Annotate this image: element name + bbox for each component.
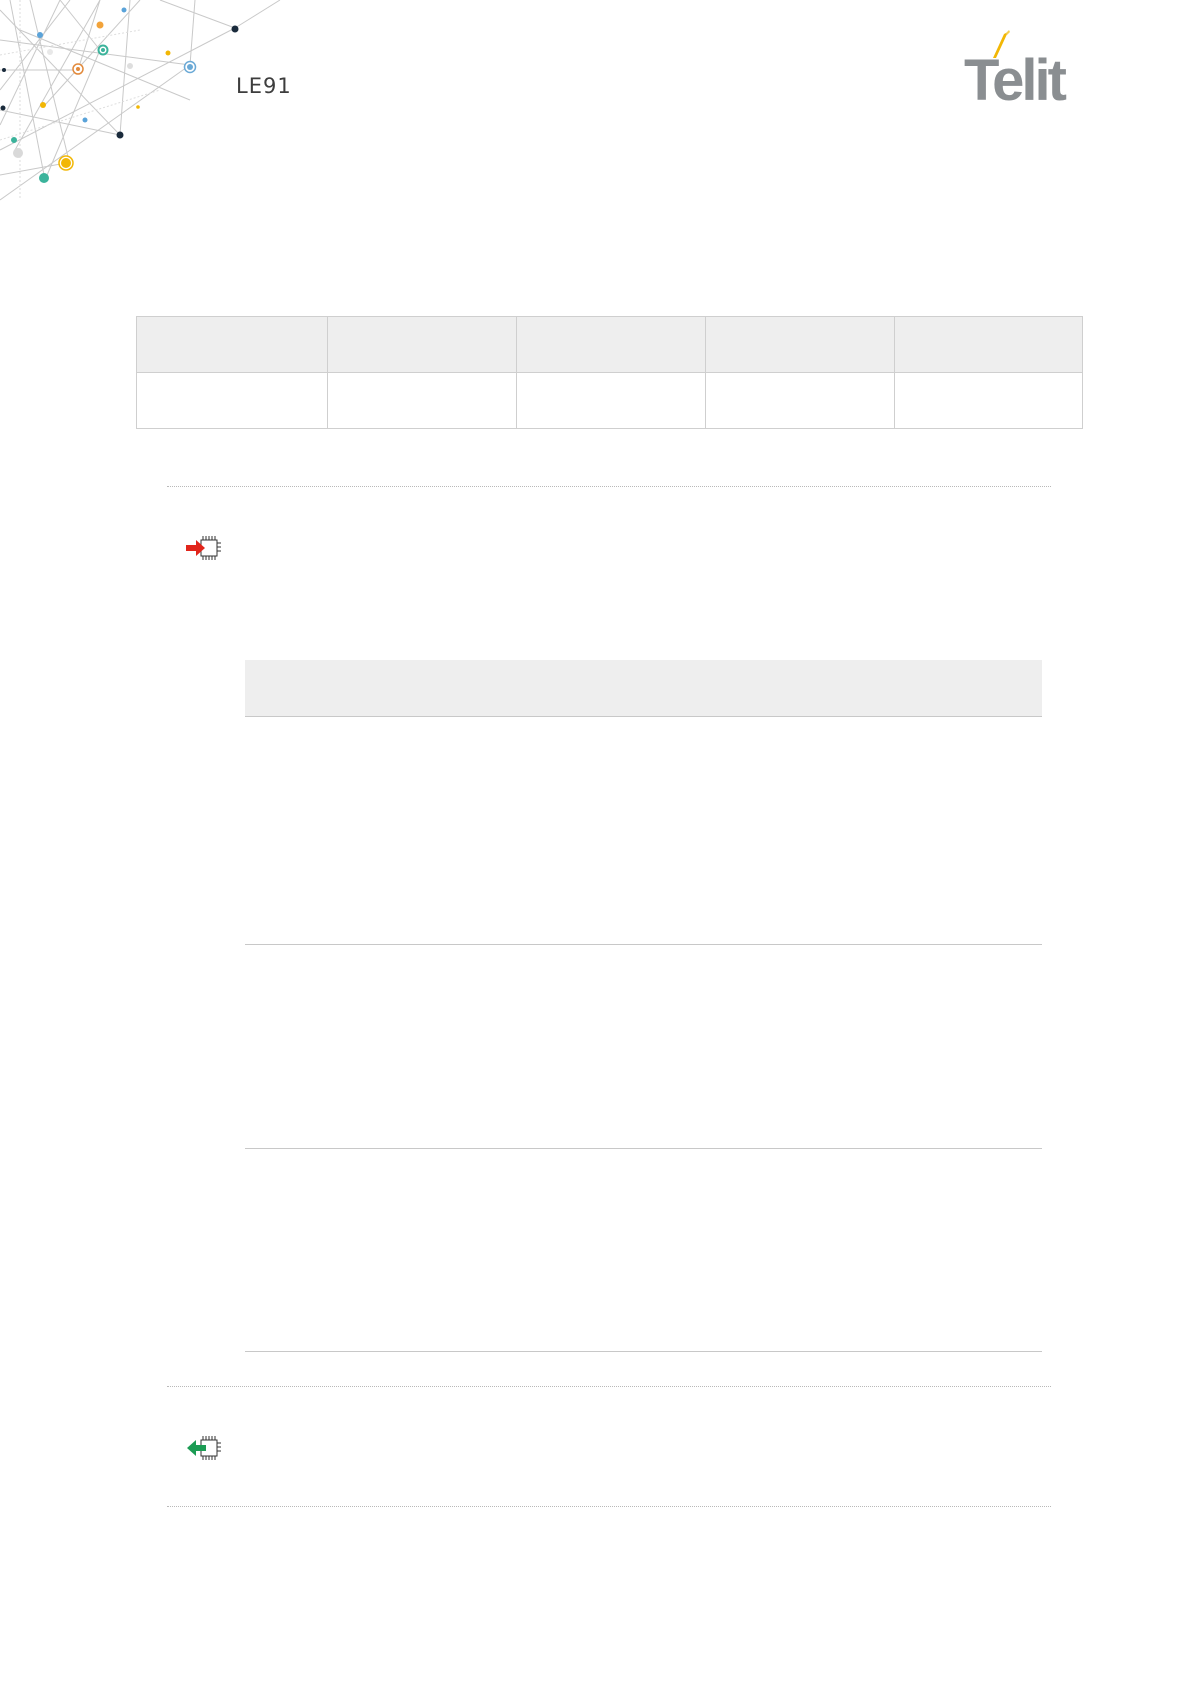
table-header-cell	[894, 316, 1083, 373]
read-command-icon	[187, 1436, 221, 1460]
command-summary-table	[136, 316, 1083, 429]
table-cell	[136, 372, 328, 429]
table-header-cell	[327, 316, 517, 373]
table-cell	[327, 372, 517, 429]
table-header-cell	[705, 316, 895, 373]
section-divider	[167, 1386, 1051, 1387]
set-command-icon	[186, 536, 221, 560]
product-title: LE91	[236, 74, 292, 98]
table-row	[245, 717, 1042, 945]
telit-logo: Telit	[964, 30, 1070, 108]
table-header-cell	[516, 316, 706, 373]
section-divider	[167, 1506, 1051, 1507]
parameter-table	[245, 660, 1042, 1352]
decorative-network-graphic	[0, 0, 281, 201]
table-cell	[516, 372, 706, 429]
table-cell	[705, 372, 895, 429]
table-row	[245, 945, 1042, 1149]
table-header-cell	[136, 316, 328, 373]
logo-text: Telit	[964, 48, 1067, 108]
parameter-table-header	[245, 660, 1042, 717]
table-header-row	[136, 316, 1083, 373]
table-row	[245, 1149, 1042, 1352]
table-cell	[894, 372, 1083, 429]
section-divider	[167, 486, 1051, 487]
table-row	[136, 372, 1083, 429]
